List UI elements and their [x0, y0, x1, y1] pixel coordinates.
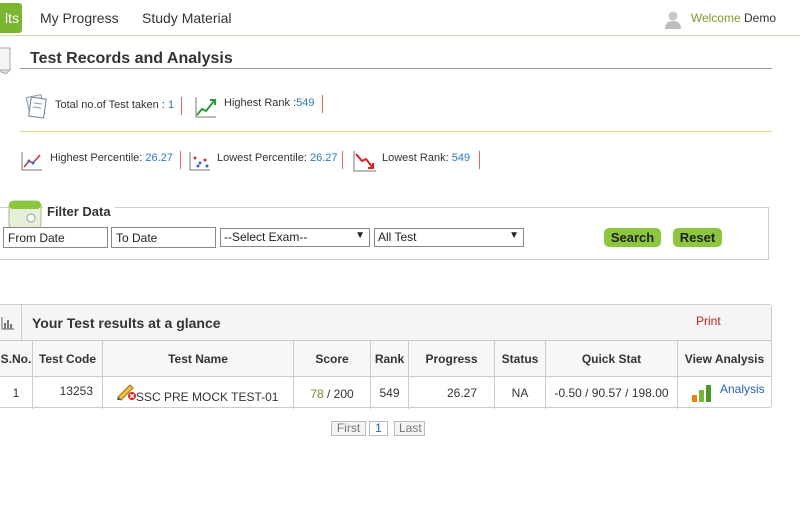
stat-lowest-rank: Lowest Rank: 549: [382, 152, 470, 164]
cell-score: 78 / 200: [294, 377, 371, 409]
filter-title: Filter Data: [43, 204, 115, 219]
analysis-link[interactable]: Analysis: [720, 373, 765, 405]
percentile-chart-icon: [21, 152, 42, 171]
stat-lowest-rank-label: Lowest Rank:: [382, 152, 449, 164]
cell-quick-stat: -0.50 / 90.57 / 198.00: [546, 377, 678, 409]
test-papers-icon: [25, 93, 47, 119]
cell-progress: 26.27: [409, 377, 495, 409]
col-header-sno: S.No.: [0, 341, 33, 377]
records-icon: [0, 47, 12, 74]
nav-tab-results[interactable]: lts: [0, 3, 22, 33]
col-header-test-code: Test Code: [33, 341, 103, 377]
cell-test-name: SSC PRE MOCK TEST-01: [103, 377, 294, 409]
exam-select[interactable]: --Select Exam-- ▼: [220, 228, 370, 247]
title-divider: [20, 68, 772, 69]
print-link[interactable]: Print: [696, 314, 721, 328]
test-select[interactable]: All Test ▼: [374, 228, 524, 247]
cell-view-analysis: Analysis: [678, 377, 771, 409]
to-date-input[interactable]: [111, 227, 216, 248]
stat-highest-percentile-label: Highest Percentile:: [50, 152, 143, 164]
stat-lowest-percentile: Lowest Percentile: 26.27: [217, 152, 337, 164]
cell-status: NA: [495, 377, 546, 409]
stat-separator: [479, 151, 480, 169]
welcome-label: Welcome: [690, 11, 741, 25]
col-header-status: Status: [495, 341, 546, 377]
stat-highest-rank: Highest Rank :549: [224, 97, 315, 109]
welcome-text: Welcome Demo: [691, 11, 776, 25]
col-header-view-analysis: View Analysis: [678, 341, 771, 377]
stat-separator: [322, 95, 323, 113]
col-header-score: Score: [294, 341, 371, 377]
search-button[interactable]: Search: [604, 228, 661, 247]
user-name: Demo: [743, 11, 776, 25]
results-title: Your Test results at a glance: [32, 315, 221, 331]
scatter-chart-icon: [189, 152, 210, 171]
col-header-progress: Progress: [409, 341, 495, 377]
col-header-test-name: Test Name: [103, 341, 294, 377]
stat-lowest-percentile-label: Lowest Percentile:: [217, 152, 307, 164]
stat-separator: [181, 97, 182, 115]
cell-rank: 549: [371, 377, 409, 409]
stat-highest-percentile-value: 26.27: [145, 152, 173, 164]
stat-highest-rank-value: 549: [296, 97, 315, 109]
stat-lowest-percentile-value: 26.27: [309, 152, 338, 164]
col-header-rank: Rank: [371, 341, 409, 377]
analysis-chart-icon[interactable]: [691, 383, 713, 403]
page-title: Test Records and Analysis: [30, 50, 233, 67]
chevron-down-icon: ▼: [355, 230, 365, 241]
rising-chart-icon: [195, 97, 216, 118]
score-total: / 200: [327, 387, 354, 401]
pagination-first[interactable]: First: [331, 421, 366, 436]
cell-sno: 1: [0, 377, 33, 409]
stat-highest-percentile: Highest Percentile: 26.27: [50, 152, 173, 164]
stat-total-tests-value: 1: [167, 99, 175, 111]
pagination-page-1[interactable]: 1: [369, 421, 388, 436]
stat-separator: [342, 151, 343, 169]
exam-select-value: --Select Exam--: [224, 230, 308, 244]
col-header-quick-stat: Quick Stat: [546, 341, 678, 377]
bar-chart-icon: [1, 317, 14, 330]
stat-total-tests: Total no.of Test taken : 1: [55, 99, 174, 111]
header-divider: [21, 305, 22, 341]
nav-tab-my-progress[interactable]: My Progress: [40, 10, 119, 26]
user-avatar-icon: [665, 11, 681, 29]
cell-test-code: 13253: [33, 377, 103, 409]
stat-lowest-rank-value: 549: [451, 152, 471, 164]
nav-tab-study-material[interactable]: Study Material: [142, 10, 231, 26]
stat-total-tests-label: Total no.of Test taken :: [55, 99, 165, 111]
score-value: 78: [310, 387, 324, 401]
test-name-label: SSC PRE MOCK TEST-01: [136, 390, 279, 404]
stats-divider: [20, 131, 772, 132]
stat-highest-rank-label: Highest Rank :: [224, 97, 297, 109]
chevron-down-icon: ▼: [509, 230, 519, 241]
reset-button[interactable]: Reset: [673, 228, 722, 247]
pagination-last[interactable]: Last: [394, 421, 425, 436]
from-date-input[interactable]: [3, 227, 108, 248]
test-select-value: All Test: [378, 230, 417, 244]
edit-pencil-icon: [117, 384, 136, 401]
stat-separator: [180, 151, 181, 169]
falling-chart-icon: [353, 151, 376, 172]
